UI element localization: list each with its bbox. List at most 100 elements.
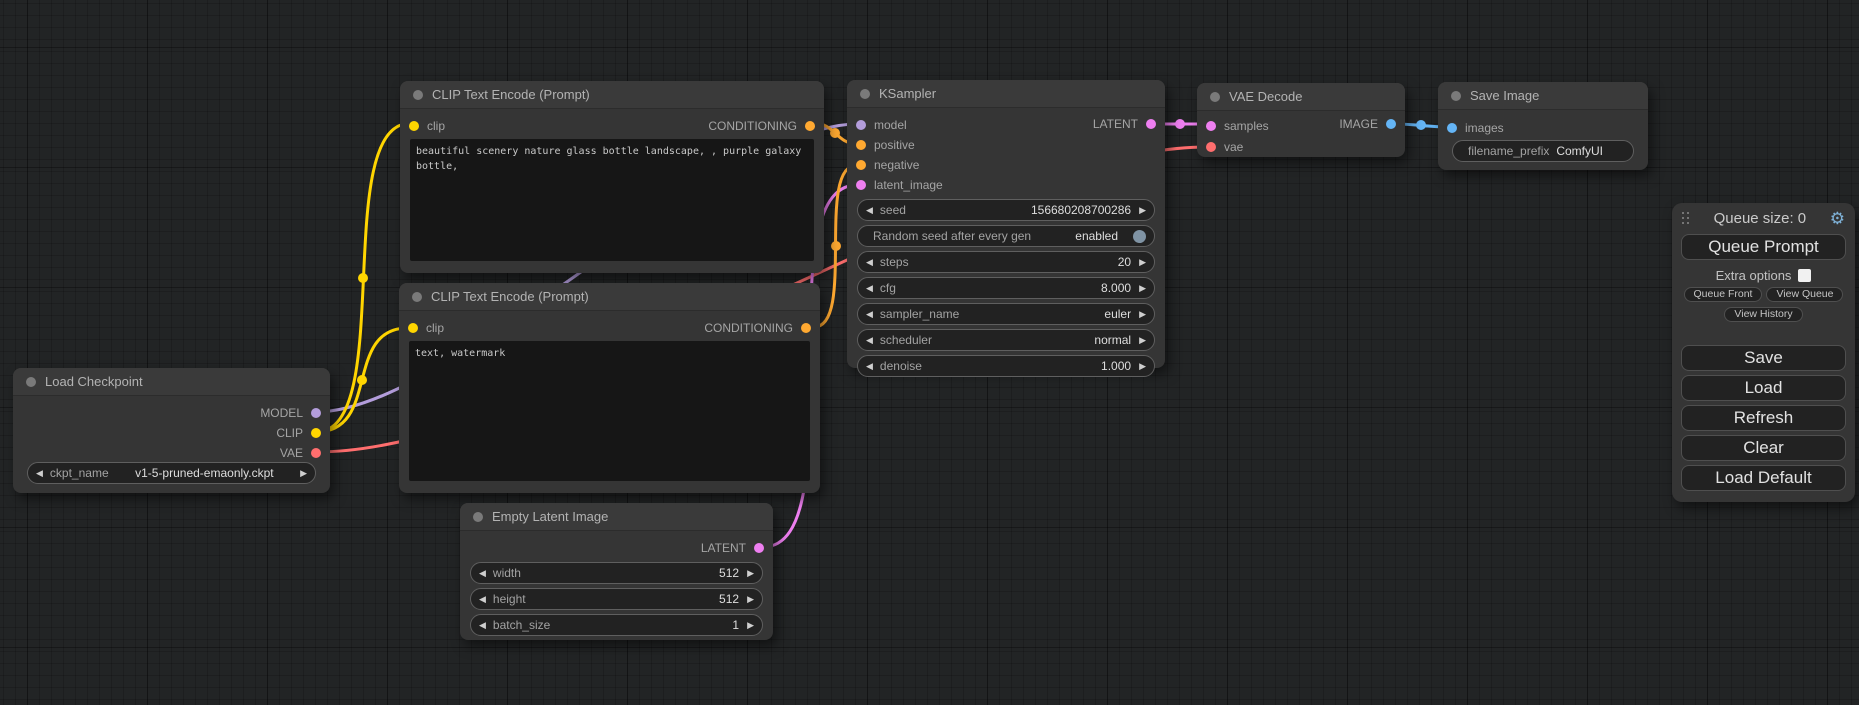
node-header[interactable]: CLIP Text Encode (Prompt) (400, 81, 824, 109)
increment-arrow-icon[interactable]: ▶ (1139, 283, 1146, 294)
scheduler-widget[interactable]: ◀ scheduler normal ▶ (857, 329, 1155, 351)
output-pin-clip[interactable] (311, 428, 321, 438)
decrement-arrow-icon[interactable]: ◀ (866, 283, 873, 294)
steps-widget[interactable]: ◀ steps 20 ▶ (857, 251, 1155, 273)
output-label-image: IMAGE (1339, 117, 1378, 131)
toggle-knob[interactable] (1133, 230, 1146, 243)
decrement-arrow-icon[interactable]: ◀ (866, 361, 873, 372)
view-queue-button[interactable]: View Queue (1766, 287, 1843, 302)
node-header[interactable]: VAE Decode (1197, 83, 1405, 111)
refresh-button[interactable]: Refresh (1681, 405, 1846, 431)
input-pin-clip[interactable] (409, 121, 419, 131)
input-pin-negative[interactable] (856, 160, 866, 170)
input-pin-samples[interactable] (1206, 121, 1216, 131)
node-header[interactable]: CLIP Text Encode (Prompt) (399, 283, 820, 311)
input-pin-positive[interactable] (856, 140, 866, 150)
load-default-button[interactable]: Load Default (1681, 465, 1846, 491)
height-widget[interactable]: ◀ height 512 ▶ (470, 588, 763, 610)
widget-name: sampler_name (880, 307, 959, 321)
queue-control-panel: Queue size: 0 ⚙ Queue Prompt Extra optio… (1672, 203, 1855, 502)
widget-value: 156680208700286 (1031, 203, 1131, 217)
sampler-name-widget[interactable]: ◀ sampler_name euler ▶ (857, 303, 1155, 325)
input-pin-clip[interactable] (408, 323, 418, 333)
decrement-arrow-icon[interactable]: ◀ (479, 568, 486, 579)
node-header[interactable]: Empty Latent Image (460, 503, 773, 531)
extra-options-checkbox[interactable] (1798, 269, 1811, 282)
increment-arrow-icon[interactable]: ▶ (300, 468, 307, 479)
prompt-textarea[interactable]: beautiful scenery nature glass bottle la… (410, 139, 814, 261)
widget-name: width (493, 566, 521, 580)
node-save-image[interactable]: Save Image images filename_prefix ComfyU… (1438, 82, 1648, 170)
decrement-arrow-icon[interactable]: ◀ (866, 257, 873, 268)
output-pin-latent[interactable] (1146, 119, 1156, 129)
input-pin-latent-image[interactable] (856, 180, 866, 190)
widget-name: seed (880, 203, 906, 217)
input-pin-images[interactable] (1447, 123, 1457, 133)
output-label-clip: CLIP (276, 426, 303, 440)
output-pin-model[interactable] (311, 408, 321, 418)
queue-prompt-button[interactable]: Queue Prompt (1681, 234, 1846, 260)
increment-arrow-icon[interactable]: ▶ (747, 620, 754, 631)
node-title: Save Image (1470, 88, 1539, 103)
input-label-clip: clip (426, 321, 444, 335)
width-widget[interactable]: ◀ width 512 ▶ (470, 562, 763, 584)
increment-arrow-icon[interactable]: ▶ (747, 594, 754, 605)
output-pin-latent[interactable] (754, 543, 764, 553)
increment-arrow-icon[interactable]: ▶ (747, 568, 754, 579)
filename-prefix-widget[interactable]: filename_prefix ComfyUI (1452, 140, 1634, 162)
output-pin-conditioning[interactable] (801, 323, 811, 333)
denoise-widget[interactable]: ◀ denoise 1.000 ▶ (857, 355, 1155, 377)
load-button[interactable]: Load (1681, 375, 1846, 401)
save-button[interactable]: Save (1681, 345, 1846, 371)
random-seed-toggle-widget[interactable]: Random seed after every gen enabled (857, 225, 1155, 247)
node-load-checkpoint[interactable]: Load Checkpoint MODEL CLIP VAE ◀ ckpt_na… (13, 368, 330, 493)
output-pin-vae[interactable] (311, 448, 321, 458)
node-ksampler[interactable]: KSampler LATENT model positive negative … (847, 80, 1165, 368)
node-header[interactable]: KSampler (847, 80, 1165, 108)
output-pin-conditioning[interactable] (805, 121, 815, 131)
prompt-textarea[interactable]: text, watermark (409, 341, 810, 481)
collapse-dot-icon[interactable] (26, 377, 36, 387)
node-clip-text-encode-positive[interactable]: CLIP Text Encode (Prompt) clip CONDITION… (400, 81, 824, 273)
collapse-dot-icon[interactable] (1451, 91, 1461, 101)
input-pin-vae[interactable] (1206, 142, 1216, 152)
node-header[interactable]: Save Image (1438, 82, 1648, 110)
ckpt-name-widget[interactable]: ◀ ckpt_name v1-5-pruned-emaonly.ckpt ▶ (27, 462, 316, 484)
decrement-arrow-icon[interactable]: ◀ (36, 468, 43, 479)
increment-arrow-icon[interactable]: ▶ (1139, 205, 1146, 216)
clear-button[interactable]: Clear (1681, 435, 1846, 461)
increment-arrow-icon[interactable]: ▶ (1139, 335, 1146, 346)
view-history-button[interactable]: View History (1724, 307, 1802, 322)
link-dot-image (1416, 120, 1426, 130)
node-header[interactable]: Load Checkpoint (13, 368, 330, 396)
collapse-dot-icon[interactable] (413, 90, 423, 100)
collapse-dot-icon[interactable] (1210, 92, 1220, 102)
decrement-arrow-icon[interactable]: ◀ (479, 594, 486, 605)
cfg-widget[interactable]: ◀ cfg 8.000 ▶ (857, 277, 1155, 299)
drag-handle-icon[interactable] (1682, 212, 1690, 225)
node-empty-latent-image[interactable]: Empty Latent Image LATENT ◀ width 512 ▶ … (460, 503, 773, 640)
queue-front-button[interactable]: Queue Front (1684, 287, 1763, 302)
input-pin-model[interactable] (856, 120, 866, 130)
decrement-arrow-icon[interactable]: ◀ (866, 205, 873, 216)
increment-arrow-icon[interactable]: ▶ (1139, 361, 1146, 372)
decrement-arrow-icon[interactable]: ◀ (866, 309, 873, 320)
decrement-arrow-icon[interactable]: ◀ (866, 335, 873, 346)
node-graph-canvas[interactable]: Load Checkpoint MODEL CLIP VAE ◀ ckpt_na… (0, 0, 1859, 705)
collapse-dot-icon[interactable] (860, 89, 870, 99)
output-label-vae: VAE (280, 446, 303, 460)
seed-widget[interactable]: ◀ seed 156680208700286 ▶ (857, 199, 1155, 221)
collapse-dot-icon[interactable] (473, 512, 483, 522)
widget-name: ckpt_name (50, 466, 109, 480)
node-clip-text-encode-negative[interactable]: CLIP Text Encode (Prompt) clip CONDITION… (399, 283, 820, 493)
collapse-dot-icon[interactable] (412, 292, 422, 302)
decrement-arrow-icon[interactable]: ◀ (479, 620, 486, 631)
batch-size-widget[interactable]: ◀ batch_size 1 ▶ (470, 614, 763, 636)
increment-arrow-icon[interactable]: ▶ (1139, 257, 1146, 268)
widget-name: Random seed after every gen (873, 229, 1031, 243)
widget-value: enabled (1075, 229, 1118, 243)
settings-gear-icon[interactable]: ⚙ (1830, 212, 1845, 226)
increment-arrow-icon[interactable]: ▶ (1139, 309, 1146, 320)
output-pin-image[interactable] (1386, 119, 1396, 129)
node-vae-decode[interactable]: VAE Decode IMAGE samples vae (1197, 83, 1405, 157)
